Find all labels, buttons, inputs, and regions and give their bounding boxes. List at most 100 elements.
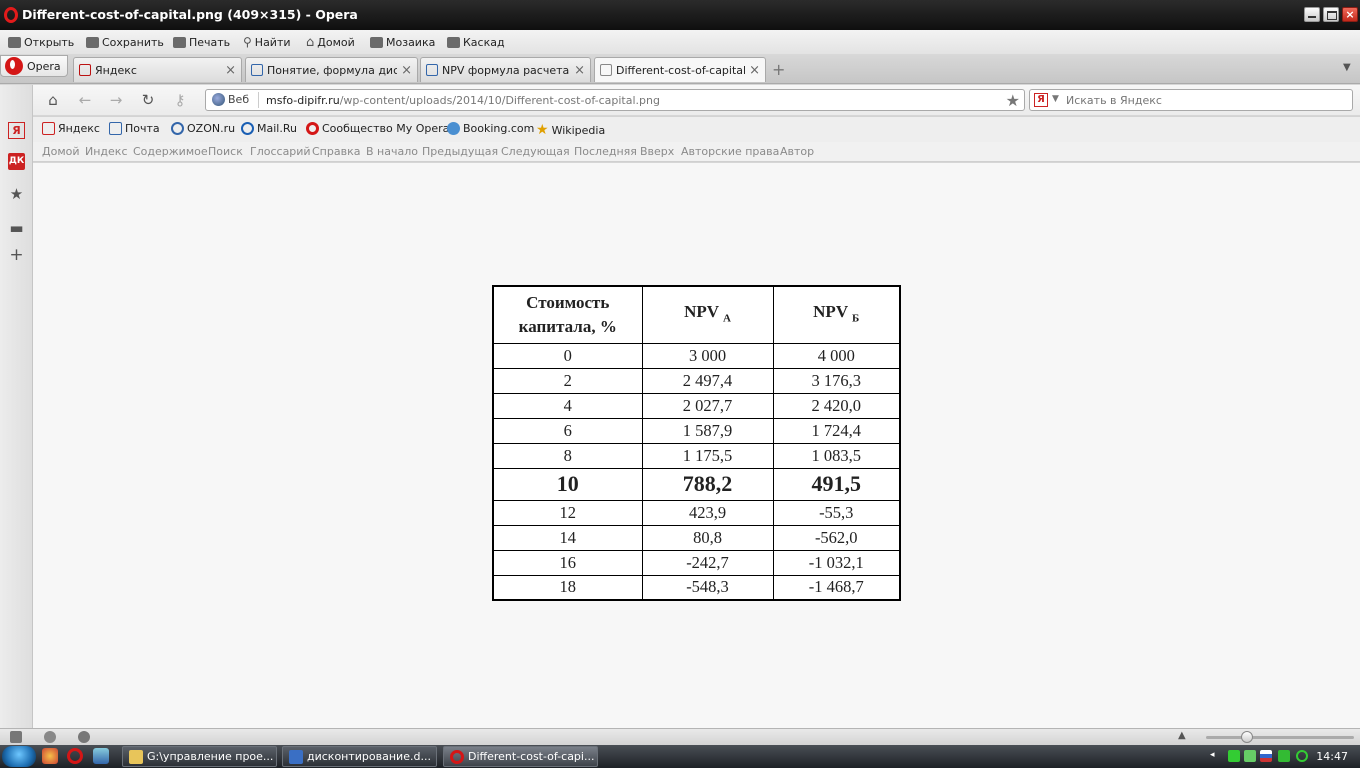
navigation-bar: Домой Индекс Содержимое Поиск Глоссарий … — [33, 142, 1360, 162]
opera-icon — [450, 749, 464, 764]
tray-expand-icon[interactable]: ◂ — [1210, 750, 1215, 760]
reload-icon[interactable]: ↻ — [139, 91, 157, 109]
tab-npv-formula[interactable]: NPV формула расчета п... × — [420, 57, 591, 82]
nav-first[interactable]: В начало — [366, 145, 418, 158]
search-icon: ⚲ — [243, 35, 252, 49]
tab-close-icon[interactable]: × — [225, 63, 236, 78]
nav-copyright[interactable]: Авторские права — [681, 145, 779, 158]
nav-home[interactable]: Домой — [42, 145, 80, 158]
window-title: Different-cost-of-capital.png (409×315) … — [22, 7, 358, 22]
tab-close-icon[interactable]: × — [749, 63, 760, 78]
star-icon: ★ — [536, 122, 549, 138]
opera-quicklaunch-icon[interactable] — [67, 748, 83, 764]
view-up-icon[interactable]: ▲ — [1178, 730, 1186, 741]
web-badge[interactable]: Веб — [212, 93, 249, 106]
nav-author[interactable]: Автор — [780, 145, 814, 158]
bookmark-wikipedia[interactable]: ★ Wikipedia — [536, 122, 605, 138]
browser-quicklaunch-icon[interactable] — [42, 748, 58, 764]
bookmark-mail[interactable]: Почта — [109, 122, 160, 135]
search-field[interactable]: Я ▼ — [1029, 89, 1353, 111]
network-signal-icon[interactable] — [1244, 750, 1256, 762]
nav-contents[interactable]: Содержимое — [133, 145, 208, 158]
tab-bar: Opera Яндекс × Понятие, формула дис... ×… — [0, 54, 1360, 84]
notes-icon[interactable]: ▬ — [8, 220, 25, 237]
folder-icon — [8, 36, 21, 48]
desktop-quicklaunch-icon[interactable] — [93, 748, 109, 764]
yandex-search-icon[interactable]: Я — [1034, 93, 1048, 107]
print-button[interactable]: Печать — [173, 34, 230, 50]
home-button[interactable]: ⌂ Домой — [306, 34, 355, 50]
volume-icon[interactable] — [1278, 750, 1290, 762]
download-icon[interactable] — [1228, 750, 1240, 762]
table-row: 03 000 4 000 — [492, 342, 901, 369]
minimize-button[interactable] — [1304, 7, 1320, 22]
bookmark-ozon[interactable]: OZON.ru — [171, 122, 235, 135]
start-button[interactable] — [2, 746, 36, 767]
maximize-button[interactable] — [1323, 7, 1339, 22]
save-button[interactable]: Сохранить — [86, 34, 164, 50]
table-header-row: Стоимость капитала, % NPV А NPV Б — [492, 285, 901, 344]
opera-menu-button[interactable]: Opera — [0, 55, 68, 77]
tile-button[interactable]: Мозаика — [370, 34, 435, 50]
home-nav-icon[interactable]: ⌂ — [44, 91, 62, 109]
open-button[interactable]: Открыть — [8, 34, 74, 50]
opera-unite-icon[interactable] — [44, 731, 56, 743]
taskbar-opera[interactable]: Different-cost-of-capi... — [443, 746, 598, 767]
back-arrow-icon[interactable]: ← — [76, 91, 94, 109]
search-input[interactable] — [1066, 92, 1346, 108]
sync-icon[interactable] — [1296, 750, 1308, 762]
turbo-icon[interactable] — [78, 731, 90, 743]
nav-previous[interactable]: Предыдущая — [422, 145, 498, 158]
tab-npv-concept[interactable]: Понятие, формула дис... × — [245, 57, 418, 82]
zoom-slider-track[interactable] — [1206, 736, 1354, 739]
header-npv-b: NPV Б — [772, 285, 901, 344]
bookmark-star-icon[interactable]: ★ — [1006, 91, 1020, 110]
save-icon — [86, 36, 99, 48]
table-row: 42 027,7 2 420,0 — [492, 392, 901, 419]
forward-arrow-icon[interactable]: → — [107, 91, 125, 109]
nav-up[interactable]: Вверх — [640, 145, 674, 158]
dk-panel-icon[interactable]: ДК — [8, 153, 25, 170]
table-row: 22 497,4 3 176,3 — [492, 367, 901, 394]
key-icon[interactable]: ⚷ — [171, 91, 189, 109]
nav-glossary[interactable]: Глоссарий — [250, 145, 311, 158]
bookmark-mailru[interactable]: Mail.Ru — [241, 122, 297, 135]
yandex-icon — [42, 122, 55, 135]
tab-menu-chevron-icon[interactable]: ▼ — [1343, 62, 1351, 73]
yandex-panel-icon[interactable]: Я — [8, 122, 25, 139]
nav-index[interactable]: Индекс — [85, 145, 128, 158]
bookmark-yandex[interactable]: Яндекс — [42, 122, 100, 135]
add-panel-icon[interactable]: + — [8, 247, 25, 264]
folder-icon — [129, 749, 143, 764]
bookmarks-star-icon[interactable]: ★ — [8, 186, 25, 203]
table-row: 16 -242,7 -1 032,1 — [492, 549, 901, 576]
panel-toggle-icon[interactable] — [10, 731, 22, 743]
at-icon — [241, 122, 254, 135]
nav-search[interactable]: Поиск — [208, 145, 243, 158]
nav-last[interactable]: Последняя — [574, 145, 637, 158]
find-button[interactable]: ⚲ Найти — [243, 34, 291, 50]
search-engine-dropdown-icon[interactable]: ▼ — [1052, 94, 1059, 104]
side-panel: Я ДК ★ ▬ + — [0, 85, 33, 728]
tab-yandex[interactable]: Яндекс × — [73, 57, 242, 82]
clock[interactable]: 14:47 — [1316, 750, 1348, 763]
tab-image[interactable]: Different-cost-of-capital.... × — [594, 57, 766, 82]
taskbar-explorer[interactable]: G:\управление прое... — [122, 746, 277, 767]
close-button[interactable]: × — [1342, 7, 1358, 22]
address-toolbar: ⌂ ← → ↻ ⚷ Веб msfo-dipifr.ru/wp-content/… — [33, 85, 1360, 115]
bookmark-booking[interactable]: Booking.com — [447, 122, 534, 135]
table-row: 61 587,9 1 724,4 — [492, 417, 901, 444]
nav-help[interactable]: Справка — [312, 145, 360, 158]
cascade-button[interactable]: Каскад — [447, 34, 505, 50]
taskbar-word-document[interactable]: дисконтирование.d... — [282, 746, 437, 767]
language-flag-icon[interactable] — [1260, 750, 1272, 762]
tab-close-icon[interactable]: × — [574, 63, 585, 78]
url-text[interactable]: msfo-dipifr.ru/wp-content/uploads/2014/1… — [266, 94, 660, 107]
zoom-slider-handle[interactable] — [1241, 731, 1253, 743]
tab-close-icon[interactable]: × — [401, 63, 412, 78]
new-tab-icon[interactable]: + — [772, 60, 785, 79]
address-field[interactable]: Веб msfo-dipifr.ru/wp-content/uploads/20… — [205, 89, 1025, 111]
bookmark-my-opera[interactable]: Сообщество My Opera — [306, 122, 449, 135]
yandex-icon — [79, 64, 91, 76]
nav-next[interactable]: Следующая — [501, 145, 570, 158]
